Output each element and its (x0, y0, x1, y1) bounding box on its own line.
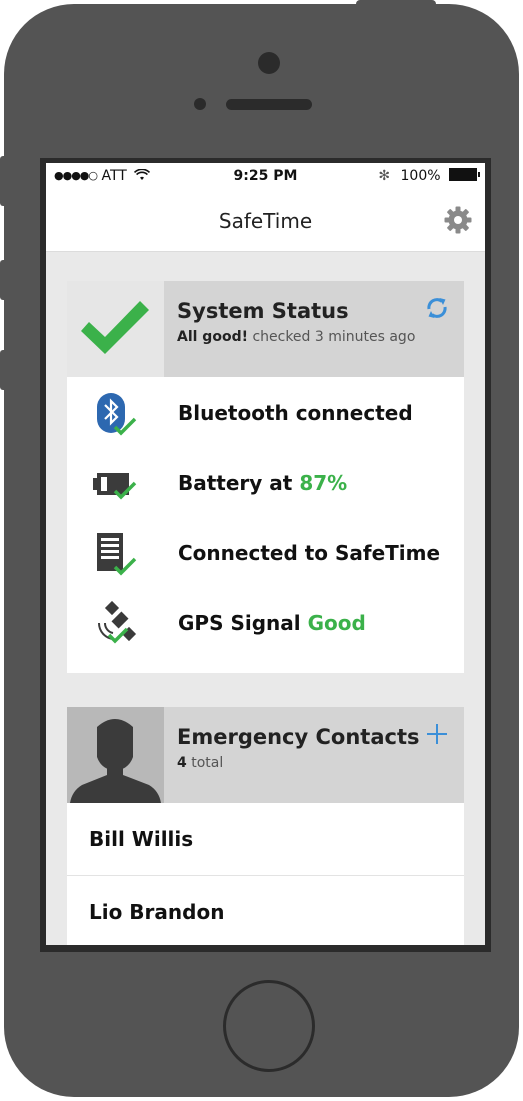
emergency-contacts-header: Emergency Contacts 4 total (67, 707, 464, 803)
emergency-contacts-card: Emergency Contacts 4 total Bill Willis L… (67, 707, 464, 945)
status-checked-time: checked 3 minutes ago (252, 329, 416, 345)
contact-name: Bill Willis (89, 827, 194, 851)
status-row-gps: GPS Signal Good (67, 589, 464, 659)
contacts-count: 4 total (177, 755, 223, 771)
bluetooth-label-text: Bluetooth connected (178, 401, 413, 425)
status-summary: All good! (177, 329, 248, 345)
list-item[interactable]: Bill Willis (67, 803, 464, 876)
volume-down-button[interactable] (0, 350, 8, 390)
mute-switch[interactable] (0, 156, 8, 206)
system-status-header: System Status All good! checked 3 minute… (67, 281, 464, 377)
status-thumb (67, 281, 164, 377)
contacts-count-suffix: total (191, 755, 224, 771)
server-label-text: Connected to SafeTime (178, 541, 441, 565)
add-contact-icon[interactable] (424, 721, 450, 747)
status-right: ✻ 100% (378, 168, 480, 184)
nav-bar: SafeTime (46, 191, 485, 252)
front-camera (258, 52, 280, 74)
app-title: SafeTime (218, 209, 313, 233)
battery-percent: 100% (400, 168, 441, 184)
server-icon (97, 533, 137, 576)
refresh-icon[interactable] (424, 295, 450, 321)
emergency-contacts-title: Emergency Contacts (177, 725, 420, 749)
volume-up-button[interactable] (0, 260, 8, 300)
person-silhouette-icon (70, 719, 161, 803)
home-button[interactable] (223, 980, 315, 1072)
gps-label-text: GPS Signal (178, 611, 301, 635)
checkmark-icon (81, 301, 149, 354)
battery-level-value: 87% (299, 471, 348, 495)
status-row-server: Connected to SafeTime (67, 519, 464, 589)
gps-signal-value: Good (307, 611, 366, 635)
power-button[interactable] (356, 0, 436, 10)
battery-icon (449, 168, 480, 181)
avatar (67, 707, 164, 803)
gps-status-label: GPS Signal Good (178, 611, 366, 635)
bluetooth-status-label: Bluetooth connected (178, 401, 413, 425)
satellite-icon (97, 601, 137, 644)
contact-name: Lio Brandon (89, 900, 225, 924)
server-status-label: Connected to SafeTime (178, 541, 440, 565)
battery-status-icon (93, 473, 137, 500)
app-display: ●●●●○ ATT 9:25 PM ✻ 100% SafeTime System… (46, 163, 485, 945)
gear-icon[interactable] (443, 205, 473, 235)
list-item[interactable]: Lio Brandon (67, 876, 464, 945)
system-status-title: System Status (177, 299, 349, 323)
status-row-battery: Battery at 87% (67, 449, 464, 519)
system-status-card: System Status All good! checked 3 minute… (67, 281, 464, 673)
contacts-count-number: 4 (177, 755, 187, 771)
battery-label-text: Battery at (178, 471, 293, 495)
status-row-bluetooth: Bluetooth connected (67, 379, 464, 449)
proximity-sensor (194, 98, 206, 110)
battery-status-label: Battery at 87% (178, 471, 347, 495)
earpiece-speaker (226, 99, 312, 110)
system-status-subtitle: All good! checked 3 minutes ago (177, 329, 415, 345)
status-bar: ●●●●○ ATT 9:25 PM ✻ 100% (46, 163, 485, 191)
bluetooth-status-icon: ✻ (378, 168, 391, 184)
bluetooth-icon (97, 393, 137, 436)
